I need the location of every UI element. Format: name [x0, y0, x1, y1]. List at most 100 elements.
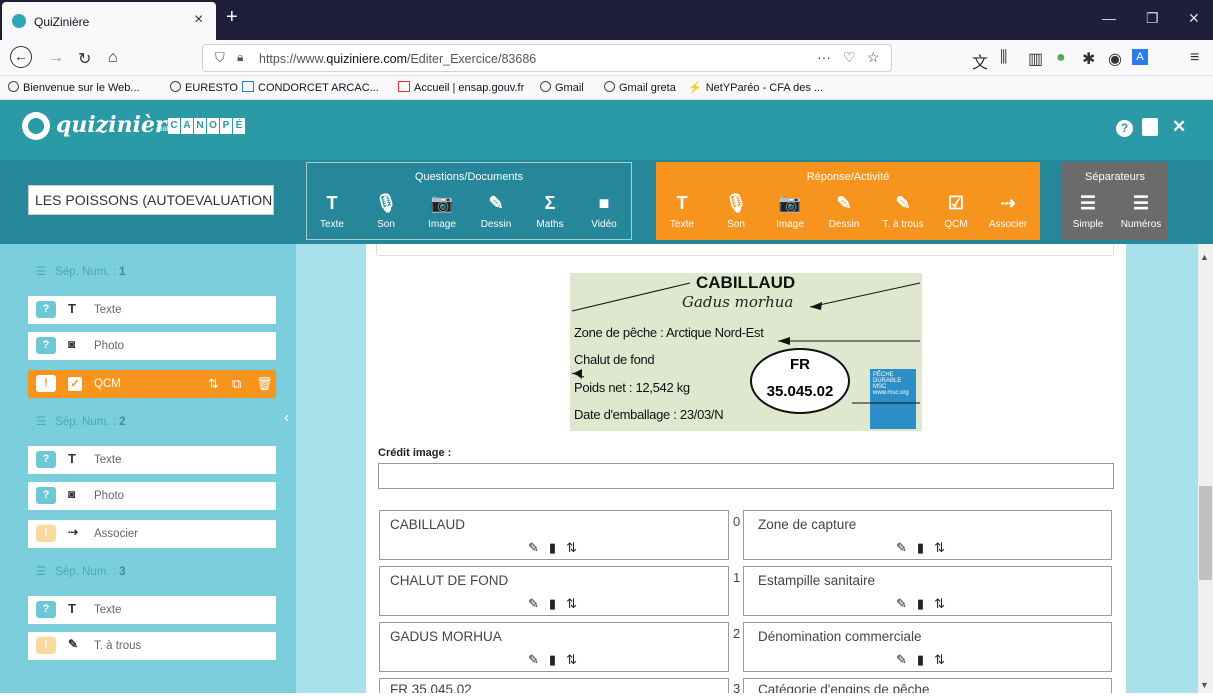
tool-question-texte[interactable]: T Texte — [309, 191, 355, 230]
bookmark-item[interactable]: Bienvenue sur le Web... — [8, 81, 140, 94]
scroll-down-arrow-icon[interactable]: ▼ — [1200, 680, 1209, 690]
collapse-sidebar-icon[interactable]: ‹ — [284, 409, 289, 427]
pencil-icon[interactable]: ✎ — [896, 652, 907, 668]
pencil-icon[interactable]: ✎ — [896, 596, 907, 612]
back-arrow-icon[interactable]: ← — [10, 46, 32, 68]
outline-item-qcm[interactable]: ! ✓ QCM ⇅ ⧉ 🗑︎ — [28, 370, 276, 398]
tool-reponse-dessin[interactable]: ✎ Dessin — [821, 191, 867, 230]
credit-image-input[interactable] — [378, 463, 1114, 489]
match-right-cell[interactable]: Zone de capture ✎ ▮ ⇅ — [743, 510, 1112, 560]
separator-numbered-2[interactable]: ☰ Sép. Num. : 2 — [36, 414, 126, 434]
bookmark-item[interactable]: Gmail greta — [604, 81, 676, 94]
outline-item-associer[interactable]: ! ⇢ Associer — [28, 520, 276, 548]
outline-item-texte[interactable]: ? T Texte — [28, 446, 276, 474]
tool-question-image[interactable]: 📷 Image — [419, 191, 465, 230]
translate-icon[interactable]: 文 — [972, 49, 988, 73]
extension-paw-icon[interactable]: ✱ — [1082, 49, 1095, 69]
extension-a-icon[interactable]: A — [1132, 49, 1148, 65]
separator-numbered-1[interactable]: ☰ Sép. Num. : 1 — [36, 264, 126, 284]
outline-item-photo[interactable]: ? ◙ Photo — [28, 332, 276, 360]
tool-question-son[interactable]: 🎙 Son — [363, 191, 409, 230]
bookmark-item[interactable]: ⚡ NetYParéo - CFA des ... — [688, 81, 823, 94]
account-icon[interactable]: ◉ — [1108, 49, 1122, 69]
tool-reponse-image[interactable]: 📷 Image — [767, 191, 813, 230]
tool-question-video[interactable]: ■ Vidéo — [581, 191, 627, 230]
move-arrows-icon[interactable]: ⇅ — [934, 540, 945, 556]
move-arrows-icon[interactable]: ⇅ — [566, 652, 577, 668]
pencil-icon[interactable]: ✎ — [528, 652, 539, 668]
match-right-cell[interactable]: Estampille sanitaire ✎ ▮ ⇅ — [743, 566, 1112, 616]
trash-icon[interactable]: ▮ — [917, 540, 924, 556]
window-close-button[interactable]: ✕ — [1188, 10, 1200, 27]
tool-sep-numeros[interactable]: ☰ Numéros — [1115, 191, 1167, 230]
separator-numbered-3[interactable]: ☰ Sép. Num. : 3 — [36, 564, 126, 584]
trash-icon[interactable]: ▮ — [549, 540, 556, 556]
bookmark-item[interactable]: EURESTO — [170, 81, 238, 94]
bookmark-item[interactable]: CONDORCET ARCAC... — [242, 81, 379, 94]
scrollbar-thumb[interactable] — [1199, 486, 1212, 580]
trash-icon[interactable]: ▮ — [917, 596, 924, 612]
move-arrows-icon[interactable]: ⇅ — [934, 652, 945, 668]
match-left-cell[interactable]: CABILLAUD ✎ ▮ ⇅ — [379, 510, 729, 560]
outline-item-photo[interactable]: ? ◙ Photo — [28, 482, 276, 510]
outline-item-texte[interactable]: ? T Texte — [28, 296, 276, 324]
tool-question-dessin[interactable]: ✎ Dessin — [473, 191, 519, 230]
match-right-cell[interactable]: Catégorie d'engins de pêche — [743, 678, 1112, 693]
home-icon[interactable]: ⌂ — [108, 49, 118, 67]
bookmark-star-icon[interactable]: ☆ — [867, 49, 880, 66]
close-editor-icon[interactable]: ✕ — [1172, 117, 1186, 137]
tool-question-maths[interactable]: Σ Maths — [527, 191, 573, 230]
match-left-cell[interactable]: GADUS MORHUA ✎ ▮ ⇅ — [379, 622, 729, 672]
pencil-icon[interactable]: ✎ — [528, 540, 539, 556]
url-bar[interactable]: ⛉ 🔒︎ https://www.quiziniere.com/Editer_E… — [202, 44, 892, 72]
save-icon[interactable] — [1142, 118, 1158, 136]
copy-icon[interactable]: ⧉ — [232, 376, 241, 392]
move-arrows-icon[interactable]: ⇅ — [566, 540, 577, 556]
pencil-icon[interactable]: ✎ — [528, 596, 539, 612]
bookmark-item[interactable]: Gmail — [540, 81, 584, 94]
help-icon[interactable]: ? — [1116, 120, 1133, 137]
move-arrows-icon[interactable]: ⇅ — [208, 376, 219, 392]
trash-icon[interactable]: ▮ — [549, 596, 556, 612]
camera-icon: ◙ — [68, 487, 76, 501]
move-arrows-icon[interactable]: ⇅ — [934, 596, 945, 612]
move-arrows-icon[interactable]: ⇅ — [566, 596, 577, 612]
minimize-button[interactable]: — — [1102, 10, 1116, 26]
trash-icon[interactable]: ▮ — [917, 652, 924, 668]
main-scrollbar[interactable] — [1198, 244, 1213, 693]
match-left-number: 0 — [733, 514, 741, 529]
sidebar-icon[interactable]: ▥ — [1028, 49, 1043, 69]
separateurs-group: Séparateurs ☰ Simple ☰ Numéros — [1062, 162, 1168, 240]
outline-item-trous[interactable]: ! ✎ T. à trous — [28, 632, 276, 660]
reload-icon[interactable]: ↻ — [78, 49, 91, 69]
match-left-cell[interactable]: FR 35.045.02 — [379, 678, 729, 693]
browser-tab[interactable]: QuiZinière × — [2, 2, 216, 40]
pencil-icon[interactable]: ✎ — [896, 540, 907, 556]
match-left-cell[interactable]: CHALUT DE FOND ✎ ▮ ⇅ — [379, 566, 729, 616]
outline-item-texte[interactable]: ? T Texte — [28, 596, 276, 624]
trash-icon[interactable]: ▮ — [549, 652, 556, 668]
menu-icon[interactable]: ≡ — [1190, 49, 1199, 67]
forward-arrow-icon[interactable]: → — [48, 49, 64, 67]
tab-close-button[interactable]: × — [194, 11, 203, 29]
tool-sep-simple[interactable]: ☰ Simple — [1065, 191, 1111, 230]
library-icon[interactable]: ⫼ — [1000, 49, 1007, 67]
page-actions-icon[interactable]: ··· — [817, 49, 831, 65]
brush-icon: ✎ — [836, 193, 852, 213]
new-tab-button[interactable]: + — [226, 6, 238, 29]
tool-reponse-trous[interactable]: ✎ T. à trous — [877, 191, 929, 230]
trash-icon[interactable]: 🗑︎ — [256, 376, 273, 392]
pocket-icon[interactable]: ♡ — [843, 49, 856, 66]
shield-icon[interactable]: ⛉ — [215, 50, 225, 66]
scroll-up-arrow-icon[interactable]: ▲ — [1200, 252, 1209, 262]
tool-reponse-son[interactable]: 🎙 Son — [713, 191, 759, 230]
lock-icon[interactable]: 🔒︎ — [237, 50, 243, 65]
exercise-title-input[interactable]: LES POISSONS (AUTOEVALUATION — [28, 185, 274, 215]
tool-reponse-texte[interactable]: T Texte — [659, 191, 705, 230]
match-right-cell[interactable]: Dénomination commerciale ✎ ▮ ⇅ — [743, 622, 1112, 672]
tool-reponse-associer[interactable]: ⇢ Associer — [985, 191, 1031, 230]
tool-reponse-qcm[interactable]: ☑ QCM — [933, 191, 979, 230]
bookmark-item[interactable]: Accueil | ensap.gouv.fr — [398, 81, 524, 94]
restore-button[interactable]: ❐ — [1146, 10, 1159, 27]
extension-color-icon[interactable]: ● — [1056, 49, 1066, 67]
